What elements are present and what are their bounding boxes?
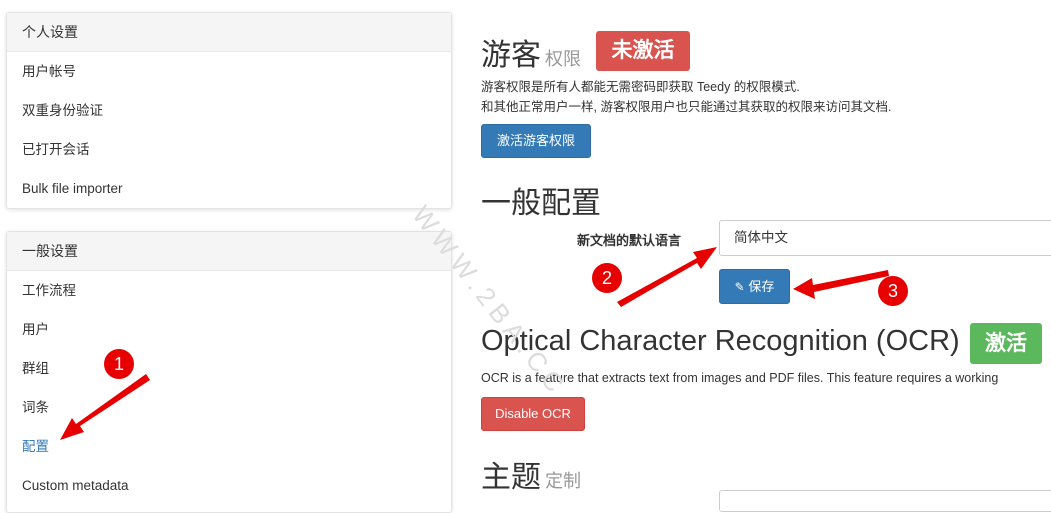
guest-description-2: 和其他正常用户一样, 游客权限用户也只能通过其获取的权限来访问其文档. — [481, 100, 892, 114]
theme-title: 主题 定制 — [481, 452, 581, 496]
disable-ocr-button[interactable]: Disable OCR — [481, 397, 585, 431]
sidebar-item-workflow[interactable]: 工作流程 — [7, 271, 451, 310]
sidebar-item-two-factor[interactable]: 双重身份验证 — [7, 91, 451, 130]
annotation-number-3: 3 — [878, 276, 908, 306]
save-button-label: 保存 — [748, 279, 775, 294]
activate-guest-button[interactable]: 激活游客权限 — [481, 124, 591, 158]
sidebar-item-custom-metadata[interactable]: Custom metadata — [7, 466, 451, 505]
guest-subtitle: 权限 — [545, 49, 581, 69]
sidebar-item-vocabulary[interactable]: 词条 — [7, 388, 451, 427]
general-settings-panel: 一般设置 工作流程 用户 群组 词条 配置 Custom metadata — [6, 231, 452, 513]
sidebar-item-open-sessions[interactable]: 已打开会话 — [7, 130, 451, 169]
arrow-2 — [617, 247, 717, 307]
default-language-select[interactable]: 简体中文 — [719, 220, 1051, 256]
pencil-icon: ✎ — [734, 280, 745, 294]
guest-title: 游客 权限 — [481, 30, 581, 74]
ocr-status-badge: 激活 — [970, 323, 1042, 364]
sidebar-item-groups[interactable]: 群组 — [7, 349, 451, 388]
personal-settings-panel: 个人设置 用户帐号 双重身份验证 已打开会话 Bulk file importe… — [6, 12, 452, 209]
sidebar-item-config[interactable]: 配置 — [7, 427, 451, 466]
save-button[interactable]: ✎ 保存 — [719, 269, 790, 304]
theme-input[interactable] — [719, 490, 1051, 512]
guest-status-badge: 未激活 — [596, 31, 690, 71]
guest-title-text: 游客 — [481, 39, 541, 72]
sidebar-item-user-account[interactable]: 用户帐号 — [7, 52, 451, 91]
general-settings-header: 一般设置 — [7, 232, 451, 271]
annotation-number-1: 1 — [104, 349, 134, 379]
arrow-3 — [793, 270, 889, 299]
ocr-title: Optical Character Recognition (OCR) — [481, 325, 960, 357]
sidebar-item-users[interactable]: 用户 — [7, 310, 451, 349]
sidebar-item-bulk-importer[interactable]: Bulk file importer — [7, 169, 451, 208]
guest-description-1: 游客权限是所有人都能无需密码即获取 Teedy 的权限模式. — [481, 80, 800, 94]
theme-title-text: 主题 — [481, 461, 541, 494]
personal-settings-header: 个人设置 — [7, 13, 451, 52]
default-language-label: 新文档的默认语言 — [577, 233, 682, 248]
annotation-number-2: 2 — [592, 263, 622, 293]
general-config-title: 一般配置 — [481, 187, 601, 220]
theme-subtitle: 定制 — [545, 471, 581, 491]
